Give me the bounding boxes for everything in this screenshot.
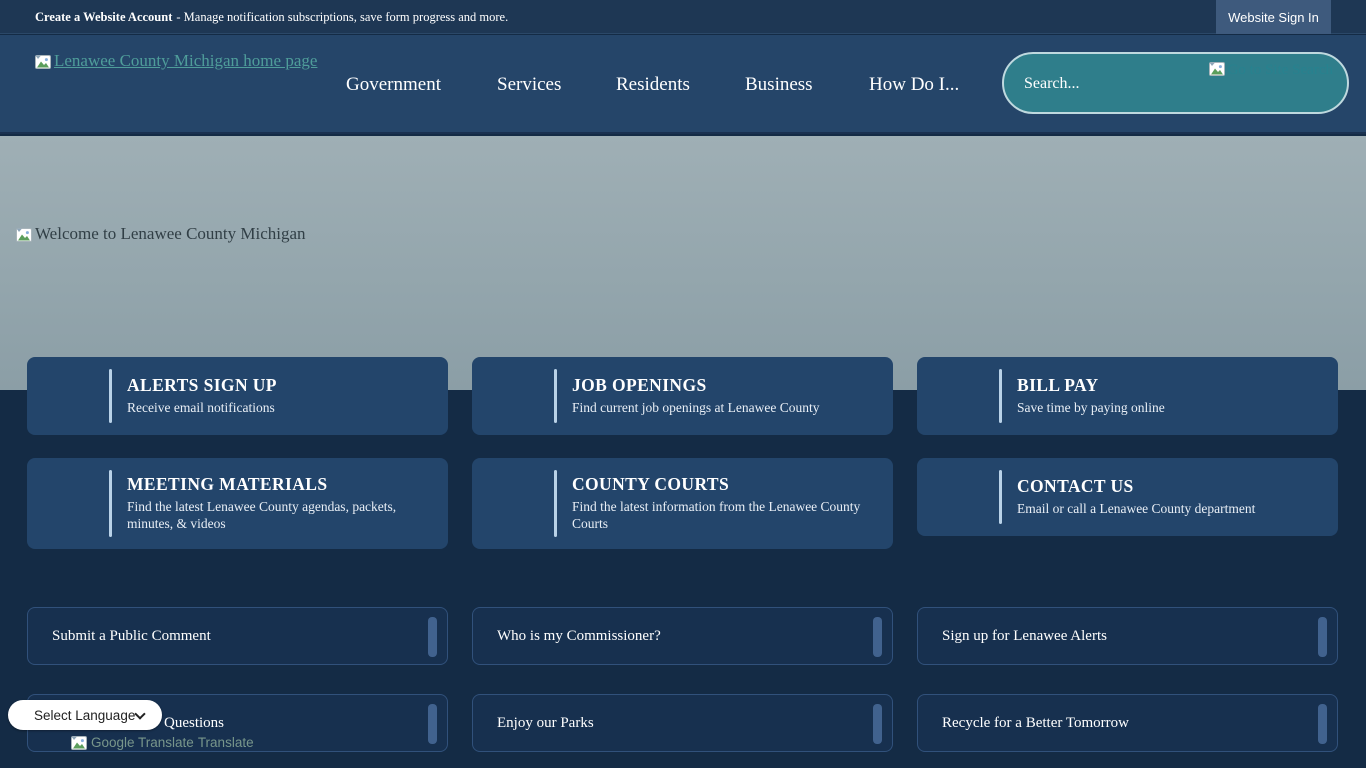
- quick-link-label: Recycle for a Better Tomorrow: [918, 715, 1129, 732]
- nav-item-business[interactable]: Business: [745, 35, 813, 134]
- card-title: CONTACT US: [1017, 476, 1328, 497]
- button-indicator-pill: [1318, 704, 1327, 744]
- card-job-openings[interactable]: JOB OPENINGS Find current job openings a…: [472, 357, 893, 435]
- card-county-courts[interactable]: COUNTY COURTS Find the latest informatio…: [472, 458, 893, 549]
- site-header: Lenawee County Michigan home page Govern…: [0, 35, 1366, 134]
- card-bill-pay[interactable]: BILL PAY Save time by paying online: [917, 357, 1338, 435]
- card-body: JOB OPENINGS Find current job openings a…: [572, 357, 883, 435]
- card-description: Email or call a Lenawee County departmen…: [1017, 501, 1328, 518]
- card-description: Find the latest information from the Len…: [572, 499, 883, 533]
- card-alerts-sign-up[interactable]: ALERTS SIGN UP Receive email notificatio…: [27, 357, 448, 435]
- quick-link-label: Who is my Commissioner?: [473, 628, 661, 645]
- quick-link-recycle-better-tomorrow[interactable]: Recycle for a Better Tomorrow: [917, 694, 1338, 752]
- card-divider: [109, 470, 112, 537]
- card-title: COUNTY COURTS: [572, 474, 883, 495]
- create-account-text[interactable]: Create a Website Account - Manage notifi…: [35, 0, 508, 34]
- quick-link-who-is-my-commissioner[interactable]: Who is my Commissioner?: [472, 607, 893, 665]
- card-divider: [109, 369, 112, 423]
- quick-link-label: Sign up for Lenawee Alerts: [918, 628, 1107, 645]
- card-contact-us[interactable]: CONTACT US Email or call a Lenawee Count…: [917, 458, 1338, 536]
- card-title: BILL PAY: [1017, 375, 1328, 396]
- card-body: ALERTS SIGN UP Receive email notificatio…: [127, 357, 438, 435]
- language-select[interactable]: Select Language: [8, 700, 162, 730]
- card-icon-placeholder: [472, 357, 554, 435]
- card-body: CONTACT US Email or call a Lenawee Count…: [1017, 458, 1328, 536]
- quick-link-enjoy-our-parks[interactable]: Enjoy our Parks: [472, 694, 893, 752]
- broken-image-icon: [1209, 62, 1225, 76]
- button-indicator-pill: [1318, 617, 1327, 657]
- website-sign-in-button[interactable]: Website Sign In: [1216, 0, 1331, 34]
- hero-image-alt-text: Welcome to Lenawee County Michigan: [35, 224, 306, 244]
- language-selector: Select Language: [8, 700, 162, 730]
- card-body: MEETING MATERIALS Find the latest Lenawe…: [127, 458, 438, 549]
- card-divider: [554, 470, 557, 537]
- card-description: Receive email notifications: [127, 400, 438, 417]
- card-meeting-materials[interactable]: MEETING MATERIALS Find the latest Lenawe…: [27, 458, 448, 549]
- button-indicator-pill: [873, 704, 882, 744]
- nav-item-residents[interactable]: Residents: [616, 35, 690, 134]
- card-icon-placeholder: [917, 458, 999, 536]
- site-search: Go to Site Search: [1002, 52, 1349, 114]
- search-submit-button[interactable]: Go to Site Search: [1209, 62, 1333, 79]
- card-description: Find current job openings at Lenawee Cou…: [572, 400, 883, 417]
- card-icon-placeholder: [917, 357, 999, 435]
- card-divider: [554, 369, 557, 423]
- card-icon-placeholder: [27, 357, 109, 435]
- broken-image-icon: [16, 227, 32, 241]
- search-button-alt-text: Go to Site Search: [1228, 62, 1333, 79]
- card-icon-placeholder: [472, 458, 554, 549]
- nav-item-government[interactable]: Government: [346, 35, 441, 134]
- card-description: Find the latest Lenawee County agendas, …: [127, 499, 438, 533]
- quick-link-label: Submit a Public Comment: [28, 628, 211, 645]
- button-indicator-pill: [428, 617, 437, 657]
- card-divider: [999, 369, 1002, 423]
- card-body: BILL PAY Save time by paying online: [1017, 357, 1328, 435]
- create-account-link[interactable]: Create a Website Account: [35, 10, 172, 25]
- card-divider: [999, 470, 1002, 524]
- hero-banner: Welcome to Lenawee County Michigan: [0, 136, 1366, 390]
- create-account-description: - Manage notification subscriptions, sav…: [176, 10, 508, 25]
- button-indicator-pill: [428, 704, 437, 744]
- card-description: Save time by paying online: [1017, 400, 1328, 417]
- card-title: JOB OPENINGS: [572, 375, 883, 396]
- quick-link-sign-up-lenawee-alerts[interactable]: Sign up for Lenawee Alerts: [917, 607, 1338, 665]
- nav-item-how-do-i[interactable]: How Do I...: [869, 35, 959, 134]
- button-indicator-pill: [873, 617, 882, 657]
- hero-broken-image: Welcome to Lenawee County Michigan: [16, 224, 306, 244]
- card-title: ALERTS SIGN UP: [127, 375, 438, 396]
- quick-link-label: Enjoy our Parks: [473, 715, 594, 732]
- card-title: MEETING MATERIALS: [127, 474, 438, 495]
- quick-link-submit-public-comment[interactable]: Submit a Public Comment: [27, 607, 448, 665]
- google-translate-brand-text: Google Translate: [91, 735, 194, 750]
- search-input[interactable]: [1012, 60, 1202, 108]
- nav-item-services[interactable]: Services: [497, 35, 561, 134]
- card-icon-placeholder: [27, 458, 109, 549]
- google-translate-label: Translate: [198, 735, 254, 750]
- lenawee-county-homepage: Create a Website Account - Manage notifi…: [0, 0, 1366, 768]
- utility-bar: Create a Website Account - Manage notifi…: [0, 0, 1366, 34]
- card-body: COUNTY COURTS Find the latest informatio…: [572, 458, 883, 549]
- broken-image-icon: [71, 736, 87, 750]
- google-translate-link[interactable]: Google Translate Translate: [71, 735, 254, 750]
